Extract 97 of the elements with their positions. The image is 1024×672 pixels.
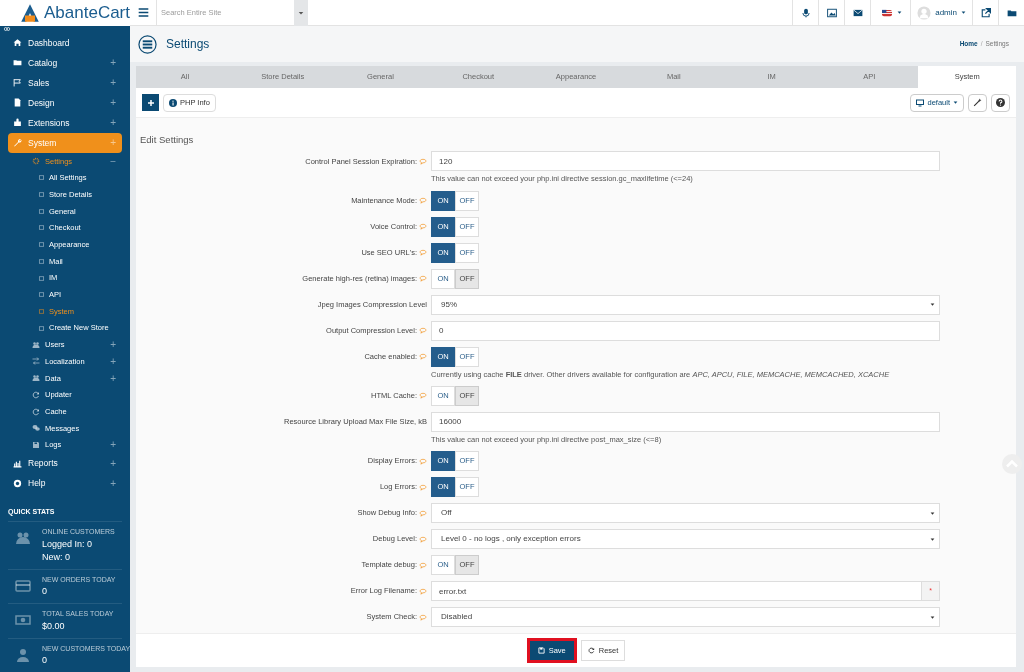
home-icon [13,38,22,48]
users-icon [32,340,40,349]
sidebar-item[interactable]: Dashboard [8,32,122,53]
comment-icon [419,587,427,595]
caret-icon [930,614,935,620]
list-icon [38,324,45,332]
refresh-icon [587,647,595,654]
expand-toggle[interactable]: + [110,370,116,386]
comment-icon [419,392,427,400]
menu-icon [137,7,149,18]
external-link-icon [980,7,991,18]
select-field[interactable]: Level 0 - no logs , only exception errors [431,529,940,549]
help-button[interactable] [991,93,1010,112]
comment-icon [419,353,427,360]
question-icon [996,98,1005,107]
caret-icon [930,302,935,307]
text-field[interactable]: 0 [431,320,940,341]
save-icon [537,647,545,654]
file-icon [13,98,22,108]
info-icon [169,98,177,107]
user-menu[interactable]: admin [910,0,972,26]
caret-icon [930,536,935,542]
caret-icon [896,10,902,15]
logo-text: AbanteCart [44,2,130,25]
sidebar-item[interactable]: Sales + [8,72,122,93]
comment-icon [419,509,427,517]
caret-icon [953,100,958,105]
page-title: Settings [166,36,211,53]
stat-value: 0 [42,654,48,667]
expand-toggle[interactable]: + [110,353,116,369]
expand-toggle[interactable]: + [110,75,116,91]
puzzle-icon [13,118,22,128]
caret-icon [930,510,935,516]
expand-toggle[interactable]: + [110,55,116,71]
list-icon [38,274,45,282]
text-field[interactable]: error.txt [431,581,922,601]
sidebar-item[interactable]: Catalog + [8,52,122,73]
microphone-icon [800,7,811,18]
expand-toggle[interactable]: + [110,115,116,131]
caret-icon [961,10,966,15]
text-field[interactable]: 16000 [431,411,940,432]
comment-icon [419,327,427,334]
stat-value: 0 [42,585,48,598]
monitor-icon [916,98,925,107]
comment-icon [419,197,427,204]
avatar-icon [917,5,932,20]
settings-icon [138,34,157,54]
comment-icon [419,223,427,230]
sidebar-item[interactable]: Reports + [8,453,122,474]
sidebar-item[interactable]: Help + [8,473,122,494]
users-icon [32,374,40,383]
expand-toggle[interactable]: + [110,337,116,353]
section-title: Edit Settings [140,133,195,147]
comment-icon [419,535,427,543]
comment-icon [419,613,427,621]
list-icon [38,174,45,182]
plus-icon [146,98,155,107]
arrows-icon [32,357,40,366]
add-button[interactable] [142,94,159,111]
expand-toggle[interactable]: + [110,475,116,491]
magic-wand-button[interactable] [968,93,987,112]
comment-icon [419,483,427,491]
link-icon[interactable] [3,26,11,33]
wrench-icon [13,138,22,148]
logo-icon [20,2,40,24]
folder-icon [13,58,22,68]
lifebuoy-icon [13,478,22,488]
expand-toggle[interactable]: + [110,455,116,471]
comment-icon [419,457,427,465]
banknote-icon [14,612,32,628]
users-icon [14,530,32,546]
comment-icon [419,157,427,165]
comment-icon [419,249,427,256]
comment-icon [419,275,427,282]
stat-value: New: 0 [42,550,71,564]
expand-toggle[interactable]: + [110,437,116,453]
text-field[interactable]: 120 [431,151,940,172]
credit-card-icon [14,577,32,594]
chat-icon [32,424,40,433]
select-field[interactable]: Off [431,503,940,523]
sidebar-item[interactable]: Extensions + [8,112,122,133]
flag-icon [13,78,22,88]
flag-icon [879,7,894,18]
select-field[interactable]: 95% [431,294,940,315]
caret-icon [298,9,304,16]
image-icon [826,7,837,18]
envelope-icon [852,7,863,18]
user-icon [14,646,32,663]
expand-toggle[interactable]: + [110,95,116,111]
stat-value: Logged In: 0 [42,537,94,551]
comment-icon [419,561,427,569]
expand-toggle[interactable]: − [110,153,116,169]
list-icon [38,224,45,232]
bar-chart-icon [13,458,22,468]
select-field[interactable]: Disabled [431,607,940,627]
sidebar-item[interactable]: Design + [8,92,122,113]
stat-value: $0.00 [42,619,66,633]
